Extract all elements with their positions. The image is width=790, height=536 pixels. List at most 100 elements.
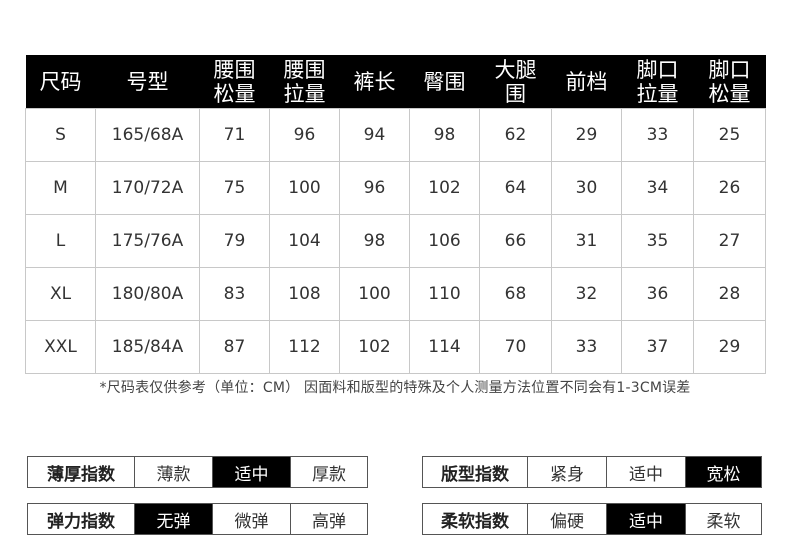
- table-row: M 170/72A 75 100 96 102 64 30 34 26: [25, 161, 766, 215]
- table-cell: 64: [479, 161, 552, 215]
- header-text: 前档: [565, 69, 608, 94]
- table-cell: XL: [25, 267, 96, 321]
- table-cell: 33: [551, 320, 622, 374]
- table-row: XL 180/80A 83 108 100 110 68 32 36 28: [25, 267, 766, 321]
- table-cell: 34: [621, 161, 694, 215]
- header-front-rise: 前档: [551, 55, 622, 109]
- table-cell: 29: [551, 108, 622, 162]
- header-length: 裤长: [339, 55, 410, 109]
- table-cell: 110: [409, 267, 480, 321]
- softness-option: 柔软: [685, 504, 761, 534]
- table-cell: XXL: [25, 320, 96, 374]
- header-text: 号型: [126, 69, 169, 94]
- softness-index-title: 柔软指数: [441, 511, 509, 532]
- table-cell: 30: [551, 161, 622, 215]
- table-cell: 29: [693, 320, 766, 374]
- table-cell: 100: [269, 161, 340, 215]
- header-text: 臀围: [423, 69, 466, 94]
- thickness-index-title: 薄厚指数: [47, 464, 115, 485]
- fit-option: 紧身: [527, 457, 606, 487]
- header-text: 松量: [708, 81, 751, 106]
- thickness-option: 适中: [212, 457, 290, 487]
- table-cell: 180/80A: [95, 267, 200, 321]
- table-cell: 75: [199, 161, 270, 215]
- header-hip: 臀围: [409, 55, 480, 109]
- table-cell: 79: [199, 214, 270, 268]
- header-size: 尺码: [25, 55, 96, 109]
- table-cell: 175/76A: [95, 214, 200, 268]
- header-text: 松量: [213, 81, 256, 106]
- header-text: 腰围: [213, 57, 256, 82]
- header-waist-stretched: 腰围 拉量: [269, 55, 340, 109]
- table-cell: 96: [339, 161, 410, 215]
- thickness-index: 薄厚指数 薄款 适中 厚款: [27, 456, 368, 488]
- header-model: 号型: [95, 55, 200, 109]
- table-cell: 100: [339, 267, 410, 321]
- softness-index: 柔软指数 偏硬 适中 柔软: [422, 503, 762, 535]
- table-row: S 165/68A 71 96 94 98 62 29 33 25: [25, 108, 766, 162]
- header-text: 围: [505, 81, 526, 106]
- table-cell: 37: [621, 320, 694, 374]
- table-cell: 25: [693, 108, 766, 162]
- header-text: 拉量: [283, 81, 326, 106]
- table-cell: 114: [409, 320, 480, 374]
- fit-index: 版型指数 紧身 适中 宽松: [422, 456, 762, 488]
- softness-option: 偏硬: [527, 504, 606, 534]
- table-cell: 98: [339, 214, 410, 268]
- table-cell: 112: [269, 320, 340, 374]
- table-cell: 31: [551, 214, 622, 268]
- table-header-row: 尺码 号型 腰围 松量 腰围 拉量 裤长 臀围 大腿围 前档 脚口 拉量 脚口 松量: [25, 55, 766, 109]
- table-cell: 35: [621, 214, 694, 268]
- fit-index-title: 版型指数: [441, 464, 509, 485]
- thickness-option: 薄款: [134, 457, 212, 487]
- table-cell: 102: [339, 320, 410, 374]
- table-cell: 102: [409, 161, 480, 215]
- measurement-note: *尺码表仅供参考（单位：CM） 因面料和版型的特殊及个人测量方法位置不同会有1-…: [99, 380, 691, 396]
- header-text: 腰围: [283, 57, 326, 82]
- header-hem-relaxed: 脚口 松量: [693, 55, 766, 109]
- header-waist-relaxed: 腰围 松量: [199, 55, 270, 109]
- table-cell: 106: [409, 214, 480, 268]
- elasticity-option: 微弹: [212, 504, 290, 534]
- table-cell: 68: [479, 267, 552, 321]
- table-cell: 70: [479, 320, 552, 374]
- table-cell: 98: [409, 108, 480, 162]
- table-cell: 165/68A: [95, 108, 200, 162]
- table-cell: 62: [479, 108, 552, 162]
- elasticity-option: 高弹: [290, 504, 367, 534]
- table-row: XXL 185/84A 87 112 102 114 70 33 37 29: [25, 320, 766, 374]
- header-hem-stretched: 脚口 拉量: [621, 55, 694, 109]
- header-text: 尺码: [39, 69, 82, 94]
- table-cell: S: [25, 108, 96, 162]
- thickness-option: 厚款: [290, 457, 367, 487]
- softness-option: 适中: [606, 504, 685, 534]
- header-text: 大腿: [494, 57, 537, 82]
- header-text: 脚口: [636, 57, 679, 82]
- elasticity-option: 无弹: [134, 504, 212, 534]
- table-cell: 170/72A: [95, 161, 200, 215]
- table-cell: 32: [551, 267, 622, 321]
- table-cell: 26: [693, 161, 766, 215]
- header-text: 脚口: [708, 57, 751, 82]
- table-row: L 175/76A 79 104 98 106 66 31 35 27: [25, 214, 766, 268]
- table-cell: 71: [199, 108, 270, 162]
- table-cell: 96: [269, 108, 340, 162]
- table-cell: 104: [269, 214, 340, 268]
- elasticity-index: 弹力指数 无弹 微弹 高弹: [27, 503, 368, 535]
- table-cell: 28: [693, 267, 766, 321]
- table-cell: 87: [199, 320, 270, 374]
- table-cell: 108: [269, 267, 340, 321]
- table-cell: 66: [479, 214, 552, 268]
- table-cell: 33: [621, 108, 694, 162]
- table-cell: 83: [199, 267, 270, 321]
- header-text: 裤长: [353, 69, 396, 94]
- elasticity-index-title: 弹力指数: [47, 511, 115, 532]
- header-thigh: 大腿围: [479, 55, 552, 109]
- table-cell: 94: [339, 108, 410, 162]
- table-cell: 36: [621, 267, 694, 321]
- size-chart-table: 尺码 号型 腰围 松量 腰围 拉量 裤长 臀围 大腿围 前档 脚口 拉量 脚口 松量 S…: [25, 55, 766, 374]
- fit-option: 宽松: [685, 457, 761, 487]
- table-cell: L: [25, 214, 96, 268]
- table-cell: M: [25, 161, 96, 215]
- table-cell: 27: [693, 214, 766, 268]
